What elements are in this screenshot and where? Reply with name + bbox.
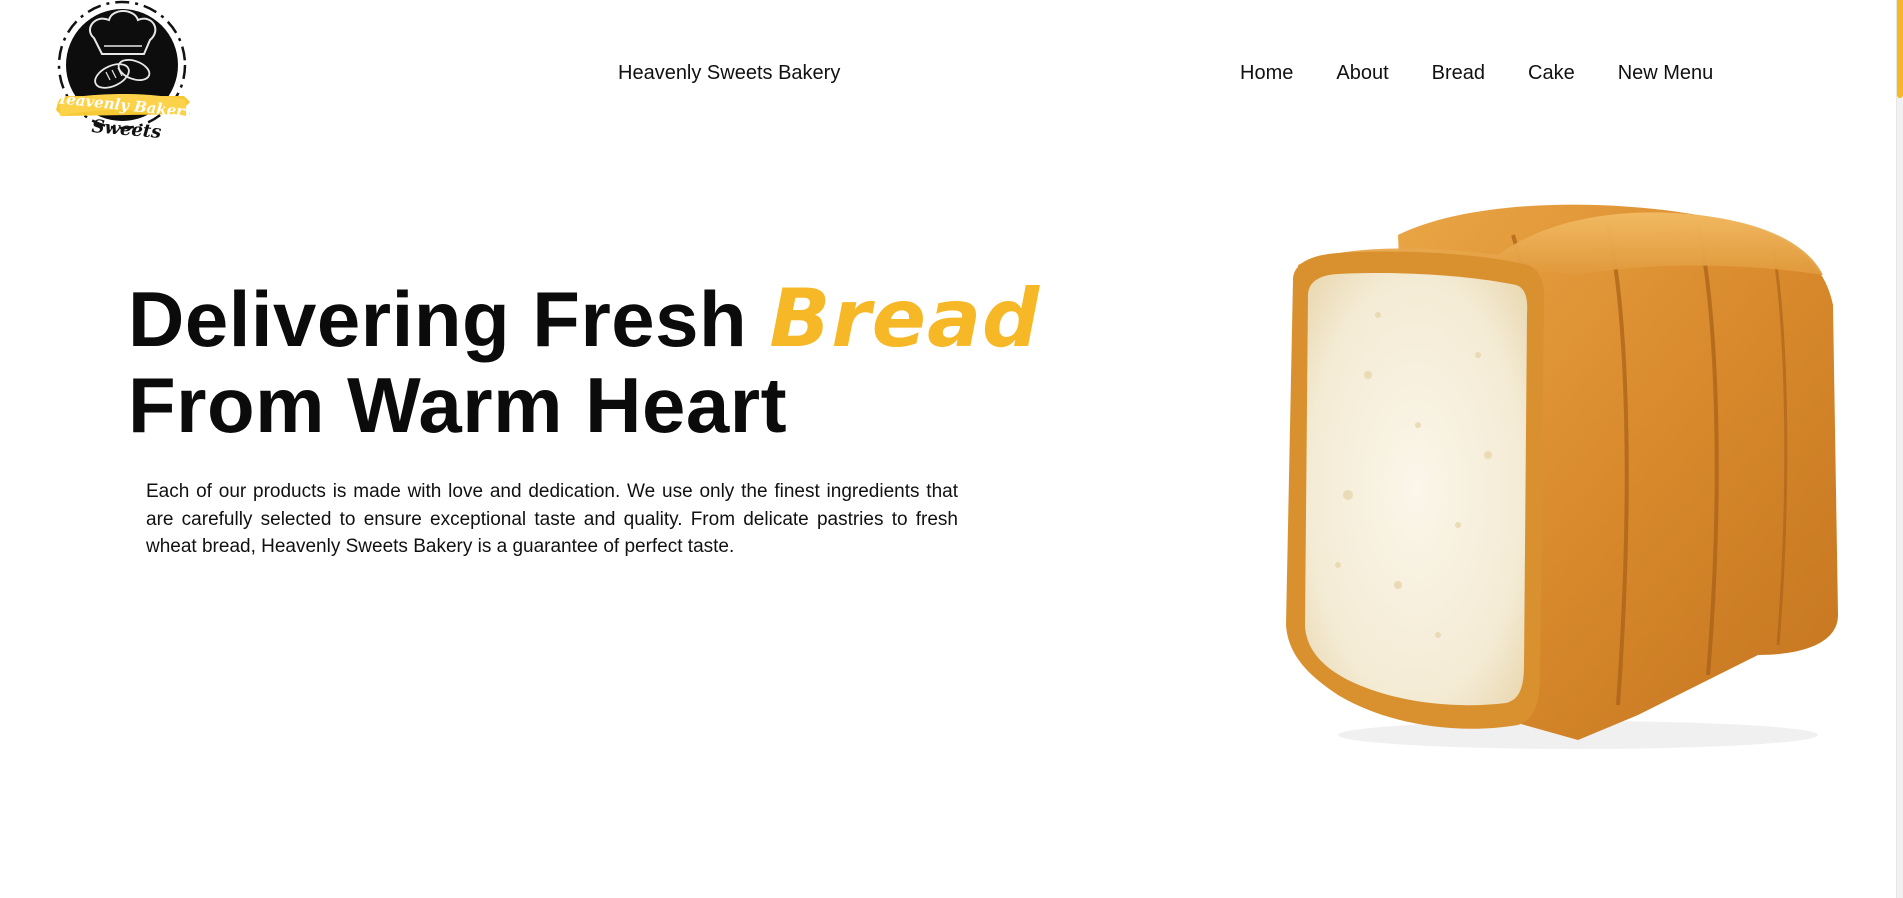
hero-heading: Delivering Fresh Bread From Warm Heart [128, 275, 1040, 449]
page-scrollbar[interactable] [1896, 0, 1903, 898]
scrollbar-thumb[interactable] [1897, 0, 1903, 98]
nav-item-new-menu[interactable]: New Menu [1618, 62, 1714, 85]
bread-loaf-image [1286, 204, 1838, 749]
nav-item-about[interactable]: About [1336, 62, 1388, 85]
nav-item-home[interactable]: Home [1240, 62, 1293, 85]
nav-item-bread[interactable]: Bread [1432, 62, 1485, 85]
site-title: Heavenly Sweets Bakery [618, 62, 841, 84]
hero-heading-accent: Bread [769, 272, 1041, 365]
hero-heading-line2: From Warm Heart [128, 361, 788, 449]
hero-description: Each of our products is made with love a… [146, 481, 958, 557]
main-nav: Home About Bread Cake New Menu [1240, 62, 1713, 85]
bakery-logo[interactable]: Heavenly Bakery Sweets [54, 0, 194, 145]
page: Heavenly Bakery Sweets Heavenly Sweets B… [0, 0, 1903, 898]
nav-item-cake[interactable]: Cake [1528, 62, 1575, 85]
hero-heading-part1: Delivering Fresh [128, 275, 770, 363]
